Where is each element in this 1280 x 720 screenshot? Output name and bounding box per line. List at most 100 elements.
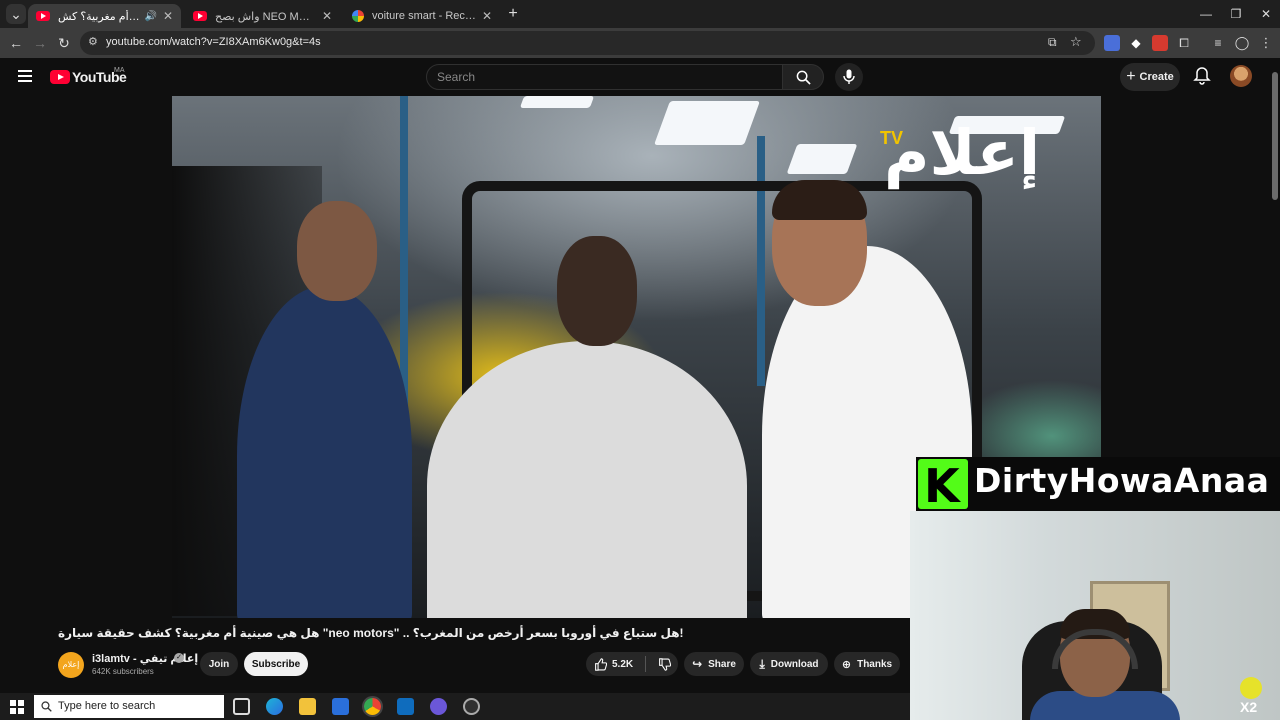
site-info-icon[interactable]: ⚙: [88, 35, 98, 48]
reload-button[interactable]: ↻: [54, 33, 74, 53]
obs-icon[interactable]: [463, 698, 480, 715]
media-control-icon[interactable]: ≡: [1210, 35, 1226, 51]
hamburger-menu-icon[interactable]: [18, 70, 32, 82]
extension-red-icon[interactable]: [1152, 35, 1168, 51]
join-label: Join: [208, 658, 230, 670]
bookmark-star-icon[interactable]: ☆: [1070, 34, 1082, 50]
minimize-button[interactable]: —: [1190, 4, 1222, 24]
thanks-icon: ⊕: [841, 658, 852, 671]
tab-search-button[interactable]: ⌄: [6, 4, 26, 24]
back-button[interactable]: ←: [6, 33, 26, 53]
like-count: 5.2K: [612, 658, 634, 670]
address-bar[interactable]: ⚙ youtube.com/watch?v=ZI8XAm6Kw0g&t=4s ⧉…: [80, 31, 1095, 55]
tab-active[interactable]: هل هي صينية أم مغربية؟ كش 🔊 ✕: [28, 4, 181, 28]
windows-taskbar: Type here to search: [0, 693, 910, 720]
country-code: MA: [114, 67, 125, 74]
create-button[interactable]: + Create: [1120, 63, 1180, 91]
channel-avatar[interactable]: إعلام: [58, 652, 84, 678]
close-icon[interactable]: ✕: [482, 9, 492, 23]
like-dislike-group: 5.2K: [586, 652, 678, 676]
close-window-button[interactable]: ✕: [1250, 4, 1280, 24]
microphone-icon: [843, 69, 855, 84]
file-explorer-icon[interactable]: [299, 698, 316, 715]
microsoft-store-icon[interactable]: [332, 698, 349, 715]
download-button[interactable]: ⤓ Download: [750, 652, 828, 676]
account-avatar[interactable]: [1230, 65, 1252, 87]
cast-icon[interactable]: ⧉: [1048, 35, 1057, 50]
tab-title: واش بصح NEO MOTORS حقيقة: [215, 10, 316, 23]
ceiling-light: [519, 96, 595, 108]
verified-badge-icon: ✓: [174, 653, 184, 663]
download-icon: ⤓: [759, 656, 765, 671]
taskbar-search-placeholder[interactable]: Type here to search: [58, 700, 155, 712]
emote-icon: [1240, 677, 1262, 699]
emote-label: X2: [1240, 699, 1258, 715]
kick-letter: K: [924, 459, 960, 513]
youtube-logo-icon[interactable]: [50, 70, 70, 84]
like-button[interactable]: 5.2K: [594, 657, 634, 671]
streamer-name: DirtyHowaAnaa: [974, 461, 1270, 500]
head: [557, 236, 637, 346]
new-tab-button[interactable]: +: [503, 4, 523, 24]
scrollbar-thumb[interactable]: [1272, 72, 1278, 200]
thumbs-down-icon[interactable]: [658, 657, 672, 671]
chrome-icon[interactable]: [364, 698, 381, 715]
url-text[interactable]: youtube.com/watch?v=ZI8XAm6Kw0g&t=4s: [106, 36, 321, 48]
outlook-icon[interactable]: [397, 698, 414, 715]
profile-icon[interactable]: ◯: [1234, 35, 1250, 51]
browser-tab-strip: ⌄ هل هي صينية أم مغربية؟ كش 🔊 ✕ واش بصح …: [0, 0, 1280, 28]
extension-diamond-icon[interactable]: ◆: [1128, 35, 1144, 51]
tab-neo-motors[interactable]: واش بصح NEO MOTORS حقيقة ✕: [185, 4, 340, 28]
man-in-blue-suit: [237, 286, 412, 618]
youtube-masthead: YouTube MA + Create: [0, 58, 1270, 96]
close-icon[interactable]: ✕: [163, 9, 173, 23]
forward-button[interactable]: →: [30, 33, 50, 53]
man-in-white-jacket: [427, 341, 747, 618]
streamer-webcam: X2: [910, 511, 1280, 720]
tab-google-search[interactable]: voiture smart - Recherche Goog ✕: [344, 4, 500, 28]
edge-icon[interactable]: [266, 698, 283, 715]
tab-title: هل هي صينية أم مغربية؟ كش: [58, 10, 141, 23]
windows-start-icon[interactable]: [10, 700, 24, 714]
search-button[interactable]: [782, 64, 824, 90]
maximize-button[interactable]: ❐: [1220, 4, 1252, 24]
chrome-menu-icon[interactable]: ⋮: [1258, 35, 1274, 51]
ceiling-light: [786, 144, 858, 174]
voice-search-button[interactable]: [835, 63, 863, 91]
google-icon: [352, 10, 364, 22]
app-icon[interactable]: [430, 698, 447, 715]
thumbs-up-icon: [595, 657, 607, 671]
speaker-icon[interactable]: 🔊: [144, 11, 156, 22]
subscriber-count: 642K subscribers: [92, 667, 154, 676]
close-icon[interactable]: ✕: [322, 9, 332, 23]
youtube-icon: [193, 11, 207, 21]
plus-icon: +: [1126, 68, 1136, 85]
channel-watermark: إعلام: [884, 116, 1041, 189]
translate-extension-icon[interactable]: [1104, 35, 1120, 51]
hair: [772, 180, 867, 220]
search-box[interactable]: [426, 64, 783, 90]
video-title: !هل ستباع في أوروبا بسعر أرخص من المغرب؟…: [58, 626, 684, 640]
thanks-label: Thanks: [857, 658, 893, 670]
share-button[interactable]: ↪ Share: [684, 652, 744, 676]
youtube-icon: [36, 11, 50, 21]
extensions-puzzle-icon[interactable]: ⧠: [1176, 35, 1192, 51]
divider: [645, 656, 647, 672]
search-icon: [796, 70, 811, 85]
share-label: Share: [708, 658, 736, 670]
taskbar-search-box[interactable]: Type here to search: [34, 695, 224, 718]
streamer-name-banner: K DirtyHowaAnaa: [916, 457, 1280, 513]
search-input[interactable]: [437, 70, 767, 84]
create-label: Create: [1139, 71, 1174, 83]
thanks-button[interactable]: ⊕ Thanks: [834, 652, 900, 676]
tab-title: voiture smart - Recherche Goog: [372, 10, 476, 22]
task-view-icon[interactable]: [233, 698, 250, 715]
share-icon: ↪: [692, 657, 703, 671]
browser-toolbar: ← → ↻ ⚙ youtube.com/watch?v=ZI8XAm6Kw0g&…: [0, 28, 1280, 58]
subscribe-button[interactable]: Subscribe: [244, 652, 308, 676]
head: [297, 201, 377, 301]
join-button[interactable]: Join: [200, 652, 238, 676]
search-icon: [41, 701, 52, 712]
notifications-bell-icon[interactable]: [1192, 66, 1212, 86]
ceiling-light: [653, 101, 761, 145]
